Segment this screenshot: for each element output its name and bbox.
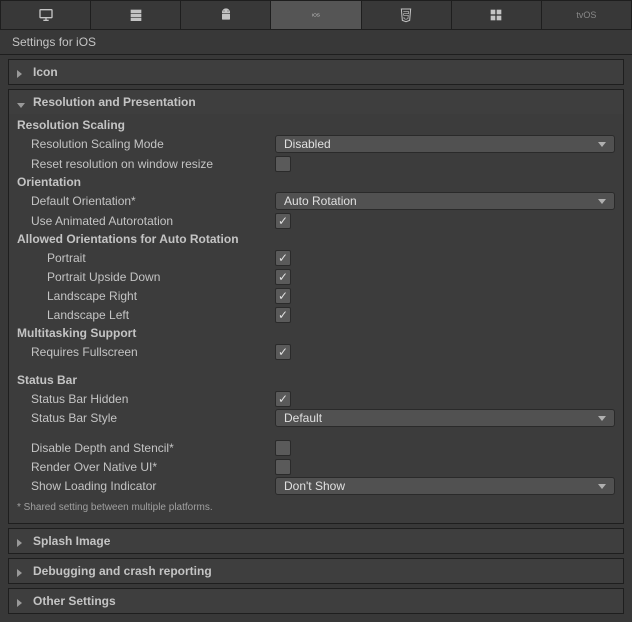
section-title-resolution: Resolution and Presentation — [33, 95, 196, 109]
label-animated-autorotation: Use Animated Autorotation — [17, 214, 275, 228]
label-scaling-mode: Resolution Scaling Mode — [17, 137, 275, 151]
chevron-down-icon — [598, 199, 606, 204]
checkbox-portrait[interactable] — [275, 250, 291, 266]
chevron-down-icon — [598, 142, 606, 147]
chevron-right-icon — [17, 566, 27, 576]
chevron-down-icon — [598, 416, 606, 421]
label-disable-depth-stencil: Disable Depth and Stencil* — [17, 441, 275, 455]
section-title-icon: Icon — [33, 65, 58, 79]
checkbox-landscape-left[interactable] — [275, 307, 291, 323]
checkbox-animated-autorotation[interactable] — [275, 213, 291, 229]
group-allowed-orientations: Allowed Orientations for Auto Rotation — [9, 230, 623, 248]
html5-icon — [398, 7, 414, 23]
windows-icon — [488, 7, 504, 23]
page-title: Settings for iOS — [0, 30, 632, 55]
tab-android[interactable] — [180, 0, 270, 30]
platform-tabs: iOS tvOS — [0, 0, 632, 30]
section-header-resolution[interactable]: Resolution and Presentation — [9, 90, 623, 114]
label-default-orientation: Default Orientation* — [17, 194, 275, 208]
section-header-icon[interactable]: Icon — [9, 60, 623, 84]
dropdown-scaling-mode[interactable]: Disabled — [275, 135, 615, 153]
ios-icon: iOS — [308, 7, 324, 23]
label-portrait: Portrait — [17, 251, 275, 265]
checkbox-landscape-right[interactable] — [275, 288, 291, 304]
footnote-shared-setting: * Shared setting between multiple platfo… — [9, 496, 623, 517]
section-title-splash: Splash Image — [33, 534, 110, 548]
label-render-over-native: Render Over Native UI* — [17, 460, 275, 474]
section-title-debugging: Debugging and crash reporting — [33, 564, 212, 578]
group-status-bar: Status Bar — [9, 371, 623, 389]
dropdown-value-scaling-mode: Disabled — [284, 137, 331, 151]
checkbox-portrait-upside-down[interactable] — [275, 269, 291, 285]
section-header-debugging[interactable]: Debugging and crash reporting — [9, 559, 623, 583]
label-status-bar-hidden: Status Bar Hidden — [17, 392, 275, 406]
server-icon — [128, 7, 144, 23]
group-resolution-scaling: Resolution Scaling — [9, 116, 623, 134]
tab-server[interactable] — [90, 0, 180, 30]
label-loading-indicator: Show Loading Indicator — [17, 479, 275, 493]
chevron-down-icon — [598, 484, 606, 489]
monitor-icon — [38, 7, 54, 23]
svg-text:iOS: iOS — [312, 13, 320, 19]
section-header-splash[interactable]: Splash Image — [9, 529, 623, 553]
checkbox-render-over-native[interactable] — [275, 459, 291, 475]
chevron-down-icon — [17, 97, 27, 107]
chevron-right-icon — [17, 67, 27, 77]
tab-standalone[interactable] — [0, 0, 90, 30]
tab-windows[interactable] — [451, 0, 541, 30]
section-other: Other Settings — [8, 588, 624, 614]
dropdown-value-loading-indicator: Don't Show — [284, 479, 345, 493]
label-reset-resolution: Reset resolution on window resize — [17, 157, 275, 171]
tab-tvos[interactable]: tvOS — [541, 0, 632, 30]
label-requires-fullscreen: Requires Fullscreen — [17, 345, 275, 359]
chevron-right-icon — [17, 596, 27, 606]
checkbox-status-bar-hidden[interactable] — [275, 391, 291, 407]
dropdown-default-orientation[interactable]: Auto Rotation — [275, 192, 615, 210]
section-header-other[interactable]: Other Settings — [9, 589, 623, 613]
dropdown-value-status-bar-style: Default — [284, 411, 322, 425]
label-landscape-right: Landscape Right — [17, 289, 275, 303]
section-title-other: Other Settings — [33, 594, 116, 608]
checkbox-requires-fullscreen[interactable] — [275, 344, 291, 360]
label-landscape-left: Landscape Left — [17, 308, 275, 322]
chevron-right-icon — [17, 536, 27, 546]
dropdown-loading-indicator[interactable]: Don't Show — [275, 477, 615, 495]
dropdown-value-default-orientation: Auto Rotation — [284, 194, 357, 208]
tvos-label: tvOS — [576, 10, 596, 20]
android-icon — [218, 7, 234, 23]
tab-ios[interactable]: iOS — [270, 0, 360, 30]
label-portrait-upside-down: Portrait Upside Down — [17, 270, 275, 284]
group-multitasking: Multitasking Support — [9, 324, 623, 342]
dropdown-status-bar-style[interactable]: Default — [275, 409, 615, 427]
section-splash: Splash Image — [8, 528, 624, 554]
section-resolution: Resolution and Presentation Resolution S… — [8, 89, 624, 524]
section-icon: Icon — [8, 59, 624, 85]
label-status-bar-style: Status Bar Style — [17, 411, 275, 425]
checkbox-reset-resolution[interactable] — [275, 156, 291, 172]
tab-webgl[interactable] — [361, 0, 451, 30]
group-orientation: Orientation — [9, 173, 623, 191]
checkbox-disable-depth-stencil[interactable] — [275, 440, 291, 456]
section-debugging: Debugging and crash reporting — [8, 558, 624, 584]
